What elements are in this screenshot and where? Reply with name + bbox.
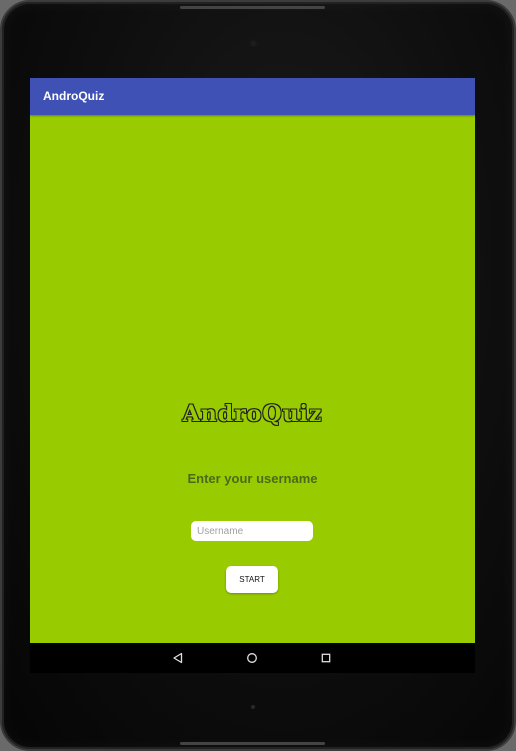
app-title: AndroQuiz <box>43 89 105 103</box>
start-button[interactable]: START <box>226 566 278 593</box>
system-navigation-bar <box>30 643 475 673</box>
username-prompt: Enter your username <box>187 471 318 486</box>
main-content: AndroQuiz Enter your username START <box>30 115 475 643</box>
device-screen: AndroQuiz AndroQuiz Enter your username … <box>30 78 475 673</box>
home-button[interactable] <box>245 651 259 665</box>
username-input[interactable] <box>191 521 313 541</box>
back-triangle-icon <box>173 652 183 664</box>
app-bar: AndroQuiz <box>30 78 475 115</box>
home-circle-icon <box>247 653 257 663</box>
front-camera <box>249 39 258 48</box>
recent-apps-square-icon <box>321 653 331 663</box>
back-button[interactable] <box>171 651 185 665</box>
recent-apps-button[interactable] <box>319 651 333 665</box>
device-bottom-edge <box>180 742 325 745</box>
app-logo: AndroQuiz <box>182 401 323 427</box>
device-top-edge <box>180 6 325 9</box>
tablet-device-frame: AndroQuiz AndroQuiz Enter your username … <box>0 0 516 751</box>
device-sensor <box>251 705 255 709</box>
